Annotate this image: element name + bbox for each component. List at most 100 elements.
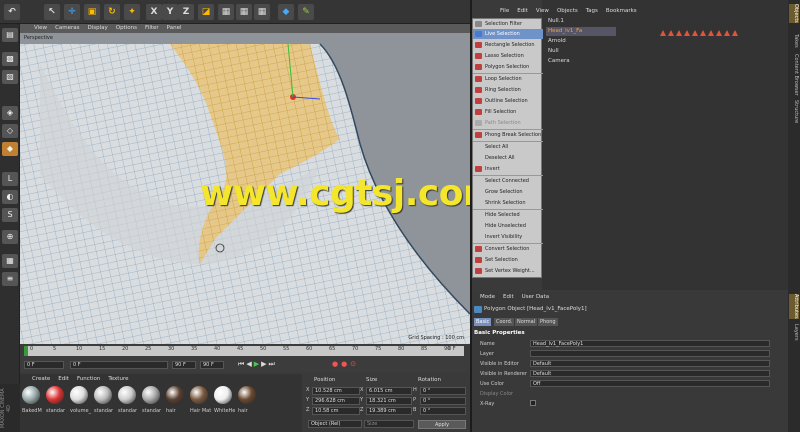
move-tool-icon[interactable]: ✛ <box>64 4 80 20</box>
rotation-field[interactable]: 0 ° <box>420 397 466 405</box>
x-axis-icon[interactable]: X <box>146 4 162 20</box>
object-head[interactable]: Head_lv1_Fa <box>548 28 582 34</box>
visible-renderer-select[interactable]: Default <box>530 370 770 377</box>
tag-icon[interactable] <box>684 30 690 36</box>
viewport-menu-view[interactable]: View <box>34 24 47 33</box>
attr-menu-user-data[interactable]: User Data <box>522 294 549 300</box>
lock-icon[interactable]: ⊕ <box>2 230 18 244</box>
auto-key-icon[interactable]: ● <box>341 360 350 368</box>
attr-menu-mode[interactable]: Mode <box>480 294 495 300</box>
material-swatch[interactable] <box>238 386 256 404</box>
coord-mode-select[interactable]: Object (Rel) <box>308 420 362 428</box>
layer-field[interactable] <box>530 350 770 357</box>
xray-checkbox[interactable] <box>530 400 536 406</box>
undo-icon[interactable]: ↶ <box>4 4 20 20</box>
material-swatch[interactable] <box>142 386 160 404</box>
viewport-menu-panel[interactable]: Panel <box>167 24 182 33</box>
end-frame-field[interactable]: 90 F <box>200 361 224 369</box>
tab-coord[interactable]: Coord. <box>494 318 515 326</box>
menu-item-grow-selection[interactable]: Grow Selection <box>473 187 543 197</box>
go-to-end-icon[interactable]: ⏭ <box>268 360 276 368</box>
menu-item-set-vertex-weight[interactable]: Set Vertex Weight... <box>473 266 543 276</box>
material-swatch[interactable] <box>166 386 184 404</box>
menu-item-select-all[interactable]: Select All <box>473 142 543 152</box>
menu-item-rectangle-selection[interactable]: Rectangle Selection <box>473 40 543 50</box>
viewport-menu-cameras[interactable]: Cameras <box>55 24 79 33</box>
menu-item-hide-selected[interactable]: Hide Selected <box>473 210 543 220</box>
apply-button[interactable]: Apply <box>418 420 466 429</box>
menu-item-deselect-all[interactable]: Deselect All <box>473 153 543 163</box>
om-menu-tags[interactable]: Tags <box>586 6 598 16</box>
material-swatch[interactable] <box>118 386 136 404</box>
position-field[interactable]: 10.528 cm <box>312 387 360 395</box>
menu-item-phong-break-selection[interactable]: Phong Break Selection <box>473 130 543 140</box>
tag-icon[interactable] <box>660 30 666 36</box>
rotate-icon[interactable]: ↻ <box>104 4 120 20</box>
menu-item-hide-unselected[interactable]: Hide Unselected <box>473 221 543 231</box>
tag-icon[interactable] <box>668 30 674 36</box>
tab-objects[interactable]: Objects <box>789 4 799 23</box>
attr-menu-edit[interactable]: Edit <box>503 294 514 300</box>
tab-attributes[interactable]: Attributes <box>789 294 799 319</box>
render-icon[interactable]: ▦ <box>236 4 252 20</box>
use-color-select[interactable]: Off <box>530 380 770 387</box>
menu-item-select-connected[interactable]: Select Connected <box>473 176 543 186</box>
tweak-icon[interactable]: ◐ <box>2 190 18 204</box>
tag-icon[interactable] <box>708 30 714 36</box>
menu-item-selection-filter[interactable]: Selection Filter <box>473 19 543 29</box>
viewport-menu-filter[interactable]: Filter <box>145 24 159 33</box>
om-menu-edit[interactable]: Edit <box>517 6 528 16</box>
tag-icon[interactable] <box>724 30 730 36</box>
material-swatch[interactable] <box>190 386 208 404</box>
texture-icon[interactable]: ▩ <box>2 52 18 66</box>
tab-content-browser[interactable]: Content Browser <box>789 54 799 96</box>
menu-item-loop-selection[interactable]: Loop Selection <box>473 74 543 84</box>
object-arnold[interactable]: Arnold <box>548 38 566 44</box>
om-menu-objects[interactable]: Objects <box>557 6 578 16</box>
move-icon[interactable]: ↖ <box>44 4 60 20</box>
viewport-menu-options[interactable]: Options <box>116 24 137 33</box>
step-back-icon[interactable]: ◀ <box>246 360 253 368</box>
mat-menu-function[interactable]: Function <box>77 376 100 382</box>
record-icon[interactable]: ● <box>332 360 341 368</box>
render-settings-icon[interactable]: ▦ <box>254 4 270 20</box>
size-field[interactable]: 19.389 cm <box>366 407 412 415</box>
points-mode-icon[interactable]: ◈ <box>2 106 18 120</box>
mat-menu-texture[interactable]: Texture <box>108 376 128 382</box>
tab-takes[interactable]: Takes <box>789 34 799 48</box>
playhead[interactable] <box>24 346 28 356</box>
object-null-1[interactable]: Null.1 <box>548 18 564 24</box>
menu-item-shrink-selection[interactable]: Shrink Selection <box>473 198 543 208</box>
play-icon[interactable]: ▶ <box>254 360 261 368</box>
menu-item-ring-selection[interactable]: Ring Selection <box>473 85 543 95</box>
tab-basic[interactable]: Basic <box>474 318 492 326</box>
coord-system-icon[interactable]: ◪ <box>198 4 214 20</box>
tag-icon[interactable] <box>676 30 682 36</box>
name-field[interactable]: Head_lv1_FacePoly1 <box>530 340 770 347</box>
edges-mode-icon[interactable]: ◇ <box>2 124 18 138</box>
visible-editor-select[interactable]: Default <box>530 360 770 367</box>
y-axis-icon[interactable]: Y <box>162 4 178 20</box>
object-camera[interactable]: Camera <box>548 58 570 64</box>
menu-item-outline-selection[interactable]: Outline Selection <box>473 96 543 106</box>
pen-icon[interactable]: ✎ <box>298 4 314 20</box>
size-mode-select[interactable]: Size <box>364 420 414 428</box>
tag-icon[interactable] <box>716 30 722 36</box>
material-swatch[interactable] <box>46 386 64 404</box>
tag-icon[interactable] <box>692 30 698 36</box>
om-menu-bookmarks[interactable]: Bookmarks <box>606 6 637 16</box>
position-field[interactable]: 10.58 cm <box>312 407 360 415</box>
menu-item-polygon-selection[interactable]: Polygon Selection <box>473 62 543 72</box>
grid-icon[interactable]: ▦ <box>2 254 18 268</box>
menu-item-invert[interactable]: Invert <box>473 164 543 174</box>
render-view-icon[interactable]: ▦ <box>218 4 234 20</box>
z-axis-icon[interactable]: Z <box>178 4 194 20</box>
rotation-field[interactable]: 0 ° <box>420 387 466 395</box>
min-frame-field[interactable]: 0 F <box>70 361 168 369</box>
menu-item-path-selection[interactable]: Path Selection <box>473 118 543 128</box>
size-field[interactable]: 18.321 cm <box>366 397 412 405</box>
object-null[interactable]: Null <box>548 48 559 54</box>
cube-icon[interactable]: ◆ <box>278 4 294 20</box>
menu-item-set-selection[interactable]: Set Selection <box>473 255 543 265</box>
snap-icon[interactable]: S <box>2 208 18 222</box>
